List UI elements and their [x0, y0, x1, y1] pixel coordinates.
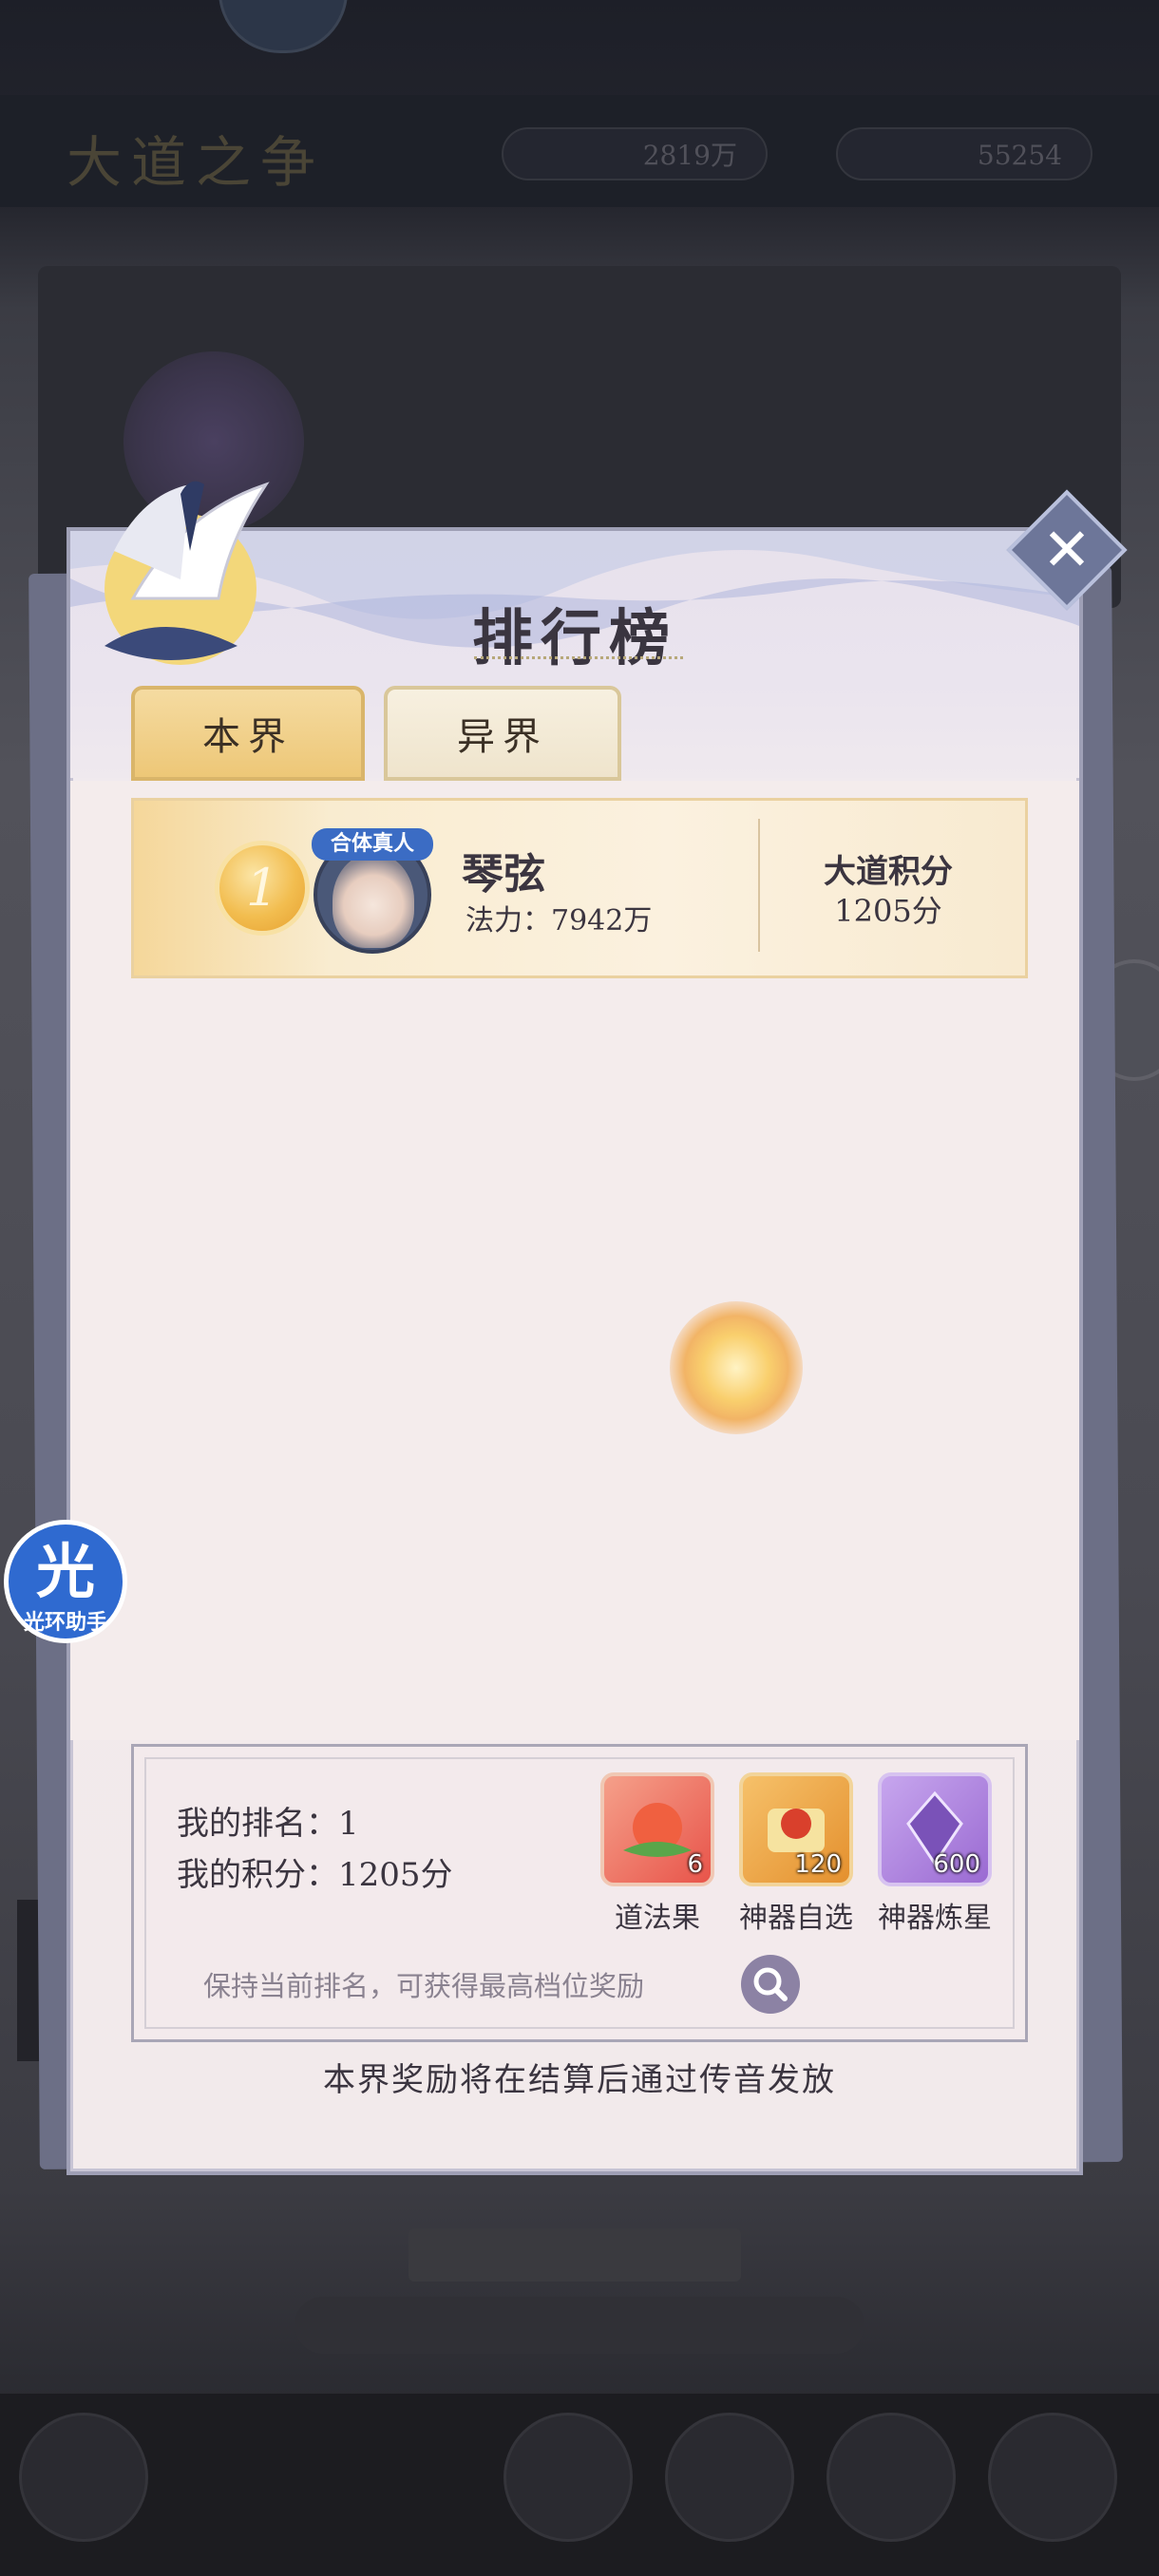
realm-title-badge: 合体真人 — [312, 828, 433, 861]
avatar-portrait — [332, 853, 414, 948]
reward-label: 神器炼星 — [878, 1902, 992, 1935]
bg-nav-icon — [988, 2413, 1117, 2542]
reward-label: 神器自选 — [739, 1902, 853, 1935]
bg-bottom-banner — [408, 2228, 741, 2282]
item-count: 120 — [794, 1850, 842, 1879]
reward-hint: 保持当前排名，可获得最高档位奖励 — [203, 1970, 645, 2002]
player-power: 法力：7942万 — [466, 904, 653, 938]
reward-item-2[interactable]: 120 — [739, 1772, 853, 1886]
bg-nav-icon — [665, 2413, 794, 2542]
assistant-icon: 光 — [35, 1537, 95, 1606]
close-icon[interactable]: ✕ — [1024, 507, 1110, 593]
bg-resource-pill: 2819万 — [502, 127, 768, 180]
title-ornament — [474, 656, 683, 669]
crane-emblem-icon — [104, 481, 270, 665]
view-rewards-button[interactable] — [741, 1955, 800, 2014]
assistant-label: 光环助手 — [23, 1611, 107, 1635]
tab-other-realm[interactable]: 异界 — [384, 686, 621, 781]
score-value: 1205分 — [834, 893, 942, 929]
glowing-orb-effect — [670, 1301, 803, 1434]
reward-delivery-note: 本界奖励将在结算后通过传音发放 — [323, 2061, 836, 2099]
item-count: 600 — [933, 1850, 980, 1879]
reward-item-1[interactable]: 6 — [600, 1772, 714, 1886]
item-count: 6 — [687, 1850, 703, 1879]
bg-nav-icon — [826, 2413, 956, 2542]
bg-bottom-banner-2 — [294, 2297, 864, 2354]
my-rank: 我的排名：1 — [177, 1805, 359, 1843]
bg-nav-icon — [504, 2413, 633, 2542]
row-divider — [758, 819, 760, 952]
score-label: 大道积分 — [824, 853, 953, 891]
bg-title: 大道之争 — [66, 130, 326, 195]
bg-energy-pill: 55254 — [836, 127, 1092, 180]
reward-label: 道法果 — [615, 1902, 700, 1935]
tab-this-realm[interactable]: 本界 — [131, 686, 365, 781]
rank-medal-icon: 1 — [215, 841, 310, 936]
bg-back-icon — [19, 2413, 148, 2542]
my-score: 我的积分：1205分 — [177, 1856, 453, 1894]
search-icon — [753, 1967, 788, 2001]
reward-item-3[interactable]: 600 — [878, 1772, 992, 1886]
player-name: 琴弦 — [462, 850, 545, 899]
